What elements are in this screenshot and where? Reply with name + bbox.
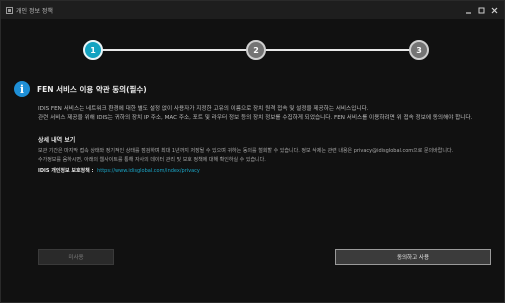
privacy-policy-label: IDIS 개인정보 보호정책 : (38, 168, 94, 174)
terms-content: IDIS FEN 서비스는 네트워크 환경에 대한 별도 설정 없이 사용자가 … (38, 105, 493, 175)
close-button[interactable] (490, 6, 498, 14)
step-2-indicator: 2 (246, 40, 266, 60)
page-heading: FEN 서비스 이용 약관 동의(필수) (37, 84, 147, 94)
disagree-button[interactable]: 미사용 (38, 249, 114, 265)
terms-paragraph: 관련 서비스 제공을 위해 IDIS는 귀하의 장치 IP 주소, MAC 주소… (38, 115, 473, 122)
details-section-title: 상세 내역 보기 (38, 136, 76, 144)
privacy-policy-line: IDIS 개인정보 보호정책 : https://www.idisglobal.… (38, 167, 493, 175)
minimize-button[interactable] (464, 6, 472, 14)
info-icon: i (14, 81, 30, 97)
step-progress: 1 2 3 (1, 31, 504, 71)
window-controls (464, 6, 498, 14)
maximize-button[interactable] (477, 6, 485, 14)
step-3-indicator: 3 (409, 40, 429, 60)
privacy-policy-window: 개인 정보 정책 1 2 3 i FEN 서비스 이용 약관 동의(필수) ID… (0, 0, 505, 303)
agree-and-use-button[interactable]: 동의하고 사용 (335, 249, 491, 265)
title-bar: 개인 정보 정책 (1, 1, 504, 19)
heading-row: i FEN 서비스 이용 약관 동의(필수) (14, 81, 147, 97)
window-title: 개인 정보 정책 (16, 7, 53, 15)
close-icon (491, 7, 497, 13)
privacy-policy-link[interactable]: https://www.idisglobal.com/index/privacy (97, 168, 200, 174)
minimize-icon (465, 11, 471, 14)
step-connector (263, 49, 413, 51)
app-icon (5, 6, 13, 14)
details-text: 수가정보를 음하시면, 아래의 웹사이트를 통해 자사의 데이터 관리 및 보호… (38, 157, 266, 164)
maximize-icon (478, 7, 484, 13)
step-connector (101, 49, 251, 51)
details-text: 보관 기간은 마지막 접속 상태와 정기적인 상태를 점검하며 최대 1년까지 … (38, 147, 454, 154)
step-1-indicator: 1 (83, 40, 103, 60)
terms-paragraph: IDIS FEN 서비스는 네트워크 환경에 대한 별도 설정 없이 사용자가 … (38, 106, 369, 112)
